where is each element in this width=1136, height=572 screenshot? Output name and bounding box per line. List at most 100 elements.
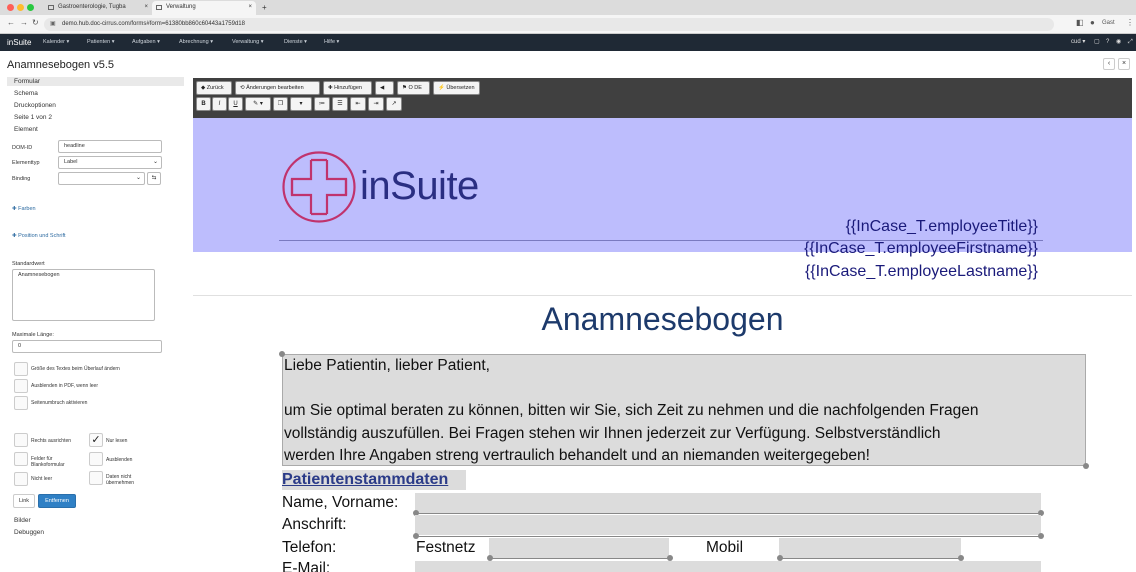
festnetz-field[interactable] [489, 538, 669, 558]
name-field[interactable] [415, 493, 1041, 513]
resize-handle[interactable] [1038, 533, 1044, 539]
address-field[interactable] [415, 515, 1041, 535]
tab-label: Verwaltung [166, 4, 196, 10]
festnetz-underline [489, 558, 669, 559]
zoom-window-icon[interactable] [27, 4, 34, 11]
nav-dienste[interactable]: Dienste ▾ [284, 34, 307, 51]
minimize-window-icon[interactable] [17, 4, 24, 11]
nav-patienten[interactable]: Patienten ▾ [87, 34, 115, 51]
back-button[interactable]: ◆ Zurück [196, 81, 232, 95]
checkbox-page-break[interactable] [14, 396, 28, 410]
profile-avatar-icon[interactable]: ● [1090, 18, 1095, 27]
intro-line: um Sie optimal beraten zu können, bitten… [284, 402, 979, 419]
nav-verwaltung[interactable]: Verwaltung ▾ [232, 34, 264, 51]
translate-button[interactable]: ⚡ Übersetzen [433, 81, 480, 95]
remove-button[interactable]: Entfernen [38, 494, 76, 508]
browser-menu-icon[interactable]: ⋮ [1126, 18, 1134, 27]
italic-button[interactable]: I [212, 97, 227, 111]
employee-firstname-placeholder[interactable]: {{InCase_T.employeeFirstname}} [804, 240, 1038, 258]
forward-arrow-icon[interactable]: → [20, 18, 28, 27]
sidebar-item-element[interactable]: Element [14, 126, 38, 133]
browser-tab[interactable]: Gastroenterologie, Tugba × [44, 1, 152, 15]
checkbox-align-right[interactable] [14, 433, 28, 447]
document-title[interactable]: Anamnesebogen [193, 301, 1132, 338]
checkbox-label: Daten nicht übernehmen [106, 474, 135, 486]
monitor-icon[interactable]: ▢ [1094, 34, 1100, 51]
avatar[interactable]: ◉ [1116, 34, 1121, 51]
checkbox-read-only[interactable]: ✓ [89, 433, 103, 447]
standardwert-textarea[interactable]: Anamnesebogen [12, 269, 155, 321]
tab-label: Gastroenterologie, Tugba [58, 4, 126, 10]
sidebar-item-bilder[interactable]: Bilder [14, 517, 31, 524]
checkbox-resize-overflow[interactable] [14, 362, 28, 376]
link-button[interactable]: Link [13, 494, 35, 508]
sidebar-item-schema[interactable]: Schema [14, 90, 38, 97]
refresh-binding-button[interactable]: ⇆ [147, 172, 161, 185]
farben-toggle[interactable]: ✚ Farben [12, 206, 36, 212]
close-button[interactable]: × [1118, 58, 1130, 70]
close-window-icon[interactable] [7, 4, 14, 11]
position-schrift-toggle[interactable]: ✚ Position und Schrift [12, 233, 66, 239]
close-tab-icon[interactable]: × [248, 1, 252, 14]
mobil-field[interactable] [779, 538, 961, 558]
clear-format-button[interactable]: ↗ [386, 97, 402, 111]
collapse-button[interactable]: ‹ [1103, 58, 1115, 70]
text-color-dropdown[interactable]: ✎ ▾ [245, 97, 271, 111]
font-size-dropdown[interactable]: ▾ [290, 97, 312, 111]
section-title[interactable]: Patientenstammdaten [282, 470, 466, 490]
checkbox-hide[interactable] [89, 452, 103, 466]
form-canvas[interactable]: inSuite {{InCase_T.employeeTitle}} {{InC… [193, 118, 1132, 572]
outdent-button[interactable]: ⇤ [350, 97, 366, 111]
bold-button[interactable]: B [196, 97, 211, 111]
user-menu[interactable]: cud ▾ [1071, 34, 1085, 51]
email-field[interactable] [415, 561, 1041, 572]
app-navbar: inSuite Kalender ▾ Patienten ▾ Aufgaben … [0, 34, 1136, 51]
sidebar-toggle-icon[interactable]: ◧ [1076, 18, 1084, 27]
style-button[interactable]: ❐ [273, 97, 288, 111]
checkbox-hide-pdf[interactable] [14, 379, 28, 393]
browser-tab-active[interactable]: Verwaltung × [152, 1, 256, 15]
maxlen-input[interactable]: 0 [12, 340, 162, 353]
resize-handle[interactable] [279, 351, 285, 357]
employee-title-placeholder[interactable]: {{InCase_T.employeeTitle}} [846, 218, 1038, 236]
sidebar-item-druckoptionen[interactable]: Druckoptionen [14, 102, 56, 109]
nav-hilfe[interactable]: Hilfe ▾ [324, 34, 339, 51]
festnetz-label: Festnetz [416, 539, 476, 556]
intro-line: werden Ihre Angaben streng vertraulich b… [284, 447, 870, 464]
nav-aufgaben[interactable]: Aufgaben ▾ [132, 34, 160, 51]
domid-input[interactable]: headline [58, 140, 162, 153]
fullscreen-icon[interactable]: ⤢ [1128, 34, 1133, 51]
binding-select[interactable]: ⌄ [58, 172, 145, 185]
unordered-list-button[interactable]: ☰ [332, 97, 348, 111]
help-icon[interactable]: ? [1106, 34, 1109, 51]
new-tab-button[interactable]: + [258, 1, 267, 15]
back-arrow-icon[interactable]: ← [7, 18, 15, 27]
language-button[interactable]: ⚑ O DE [397, 81, 430, 95]
checkbox-no-data-transfer[interactable] [89, 471, 103, 485]
elementtyp-select[interactable]: Label ⌄ [58, 156, 162, 169]
reload-icon[interactable]: ↻ [32, 18, 39, 27]
nav-abrechnung[interactable]: Abrechnung ▾ [179, 34, 213, 51]
url-field[interactable]: ▣ demo.hub.doc-cirrus.com/forms#form=613… [44, 18, 1054, 31]
nav-kalender[interactable]: Kalender ▾ [43, 34, 69, 51]
send-button[interactable]: ◀ [375, 81, 394, 95]
sidebar-item-debuggen[interactable]: Debuggen [14, 529, 44, 536]
employee-lastname-placeholder[interactable]: {{InCase_T.employeeLastname}} [805, 263, 1038, 281]
ordered-list-button[interactable]: ≔ [314, 97, 330, 111]
checkbox-label: Größe des Textes beim Überlauf ändern [31, 366, 120, 372]
add-button[interactable]: ✚ Hinzufügen [323, 81, 372, 95]
sidebar-item-seite[interactable]: Seite 1 von 2 [14, 114, 52, 121]
underline-button[interactable]: U [228, 97, 243, 111]
checkbox-blank-form[interactable] [14, 452, 28, 466]
checkbox-not-empty[interactable] [14, 472, 28, 486]
greeting-text: Liebe Patientin, lieber Patient, [284, 357, 490, 374]
guest-label[interactable]: Gast [1102, 20, 1115, 26]
resize-handle[interactable] [1083, 463, 1089, 469]
indent-button[interactable]: ⇥ [368, 97, 384, 111]
sidebar-item-formular[interactable]: Formular [14, 78, 40, 85]
app-brand[interactable]: inSuite [7, 34, 31, 51]
close-tab-icon[interactable]: × [144, 1, 148, 14]
header-banner[interactable]: inSuite {{InCase_T.employeeTitle}} [193, 118, 1132, 252]
edit-changes-button[interactable]: ⟲ Änderungen bearbeiten [235, 81, 320, 95]
intro-textbox[interactable]: Liebe Patientin, lieber Patient, um Sie … [282, 354, 1086, 466]
